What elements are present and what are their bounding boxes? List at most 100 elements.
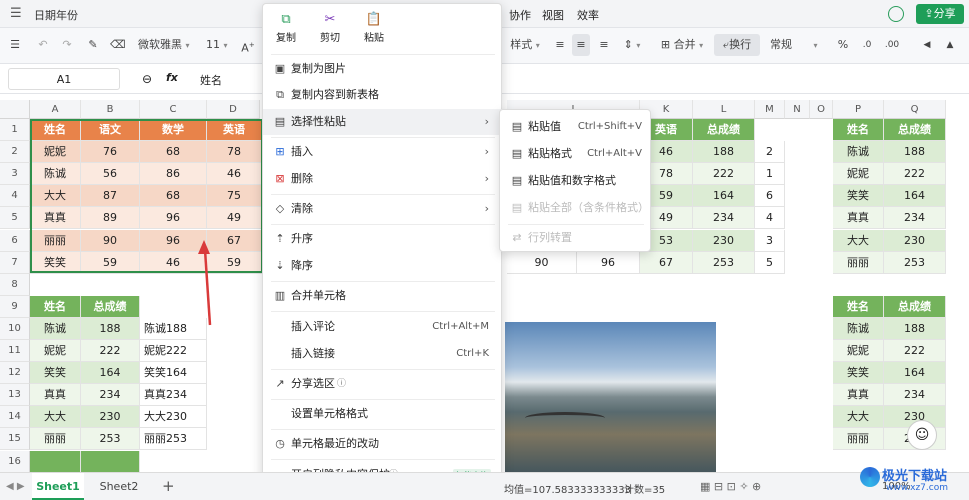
cloud-icon[interactable] — [888, 6, 904, 22]
delete-icon: ⊠ — [275, 172, 285, 185]
share-button[interactable]: ⇪分享 — [916, 4, 964, 24]
context-menu: ⧉ 复制 ✂ 剪切 📋 粘贴 ▣ 复制为图片 ⧉ 复制内容到新表格 ▤ 选择性粘贴 › … — [262, 3, 503, 495]
submenu-transpose[interactable]: ⇄ 行列转置 — [500, 225, 652, 251]
watermark-url: www.xz7.com — [886, 483, 948, 493]
arrow-to-selection — [203, 249, 212, 326]
zoom-icon[interactable]: ⊖ — [142, 72, 152, 86]
menu-sort-desc[interactable]: ⇣ 降序 — [263, 253, 503, 279]
merge-button[interactable]: ⊞ 合并 ▾ — [656, 34, 708, 56]
sort-desc-icon: ⇣ — [275, 259, 285, 272]
menu-insert[interactable]: ⊞ 插入 › — [263, 139, 503, 165]
menu-insert-comment[interactable]: 插入评论 Ctrl+Alt+M — [263, 314, 503, 340]
sort-asc-icon: ⇡ — [275, 232, 285, 245]
count-readout[interactable]: 计数=35 — [624, 481, 665, 496]
fx-icon[interactable]: fx — [166, 71, 178, 84]
menu-paste-special[interactable]: ▤ 选择性粘贴 › — [263, 109, 503, 135]
font-name-select[interactable]: 微软雅黑 ▾ — [138, 34, 196, 56]
clipboard-icon: 📋 — [365, 12, 383, 27]
watermark-logo: 极光下载站 www.xz7.com — [856, 463, 966, 499]
cut-label: 剪切 — [320, 33, 340, 44]
menu-sort-asc[interactable]: ⇡ 升序 — [263, 226, 503, 252]
submenu-paste-values[interactable]: ▤ 粘贴值 Ctrl+Shift+V — [500, 114, 652, 140]
chevron-right-icon: › — [484, 202, 489, 215]
app-menu-icon[interactable]: ☰ — [10, 7, 24, 21]
clipboard-icon: ▤ — [511, 201, 523, 214]
info-icon: ⓘ — [337, 379, 347, 389]
sheet-nav-icon[interactable]: ◀ ▶ — [6, 481, 25, 492]
align-left-icon[interactable]: ≡ — [552, 34, 568, 56]
menu-copy-as-image[interactable]: ▣ 复制为图片 — [263, 56, 503, 82]
share-label: 分享 — [933, 7, 956, 20]
copy-button[interactable]: ⧉ 复制 — [271, 12, 301, 44]
average-readout[interactable]: 均值=107.583333333333 — [504, 481, 631, 496]
wrap-button[interactable]: ⤶换行 — [714, 34, 760, 56]
paste-special-submenu: ▤ 粘贴值 Ctrl+Shift+V ▤ 粘贴格式 Ctrl+Alt+V ▤ 粘贴值和数字… — [499, 109, 651, 252]
eraser-icon: ◇ — [275, 202, 285, 215]
align-right-icon[interactable]: ≡ — [596, 34, 612, 56]
menu-efficiency[interactable]: 效率 — [577, 7, 599, 23]
add-sheet-icon[interactable]: + — [162, 477, 175, 495]
percent-icon[interactable]: % — [836, 34, 850, 56]
formula-input[interactable]: 姓名 — [200, 72, 222, 88]
paste-label: 粘贴 — [364, 33, 384, 44]
share-icon: ↗ — [275, 377, 285, 390]
tab-sheet1[interactable]: Sheet1 — [32, 473, 84, 500]
vertical-align-icon[interactable]: ⇕ ▾ — [620, 34, 644, 56]
chevron-right-icon: › — [484, 115, 489, 128]
insert-icon: ⊞ — [275, 145, 285, 158]
menu-cell-format[interactable]: 设置单元格格式 — [263, 401, 503, 427]
menu-clear[interactable]: ◇ 清除 › — [263, 196, 503, 222]
watermark-text: 极光下载站 — [882, 469, 948, 484]
menu-insert-link[interactable]: 插入链接 Ctrl+K — [263, 341, 503, 367]
decimal-inc-icon[interactable]: .0 — [858, 34, 876, 56]
align-center-icon[interactable]: ≡ — [572, 34, 590, 56]
cut-button[interactable]: ✂ 剪切 — [315, 12, 345, 44]
submenu-paste-all[interactable]: ▤ 粘贴全部（含条件格式） — [500, 195, 652, 221]
number-format-select[interactable]: 常规 ▾ — [770, 34, 828, 56]
scissors-icon: ✂ — [324, 12, 336, 27]
view-icons[interactable]: ▦ ⊟ ⊡ ✧ ⊕ — [700, 480, 761, 493]
style-select[interactable]: 样式 ▾ — [505, 34, 545, 56]
merge-icon: ▥ — [274, 289, 286, 302]
undo-icon[interactable]: ↶ — [36, 34, 50, 56]
chevron-right-icon: › — [484, 172, 489, 185]
history-icon: ◷ — [275, 437, 285, 450]
assistant-avatar[interactable]: ☺ — [907, 420, 937, 450]
transpose-icon: ⇄ — [512, 231, 522, 244]
copy-label: 复制 — [276, 33, 296, 44]
chevron-left-icon[interactable]: ◀ — [922, 34, 932, 56]
copy-icon: ⧉ — [281, 12, 291, 27]
menu-merge-cells[interactable]: ▥ 合并单元格 — [263, 283, 503, 309]
decimal-dec-icon[interactable]: .00 — [882, 34, 902, 56]
submenu-paste-values-num[interactable]: ▤ 粘贴值和数字格式 — [500, 168, 652, 194]
eraser-icon[interactable]: ⌫ — [110, 34, 126, 56]
watermark-swirl-icon — [860, 467, 880, 487]
clipboard-icon: ▤ — [511, 120, 523, 133]
menu-copy-to-new-sheet[interactable]: ⧉ 复制内容到新表格 — [263, 82, 503, 108]
tab-sheet2[interactable]: Sheet2 — [96, 473, 142, 500]
menu-collab[interactable]: 协作 — [509, 7, 531, 23]
menu-share-selection[interactable]: ↗ 分享选区 ⓘ — [263, 371, 503, 397]
cell-ref-box[interactable]: A1 — [8, 68, 120, 90]
clipboard-icon: ▤ — [511, 174, 523, 187]
font-grow-icon[interactable]: A+ — [240, 34, 256, 56]
status-bar: ◀ ▶ Sheet1 Sheet2 + 均值=107.583333333333 … — [0, 467, 969, 500]
doc-title[interactable]: 日期年份 — [34, 7, 78, 23]
menu-recent-changes[interactable]: ◷ 单元格最近的改动 — [263, 431, 503, 457]
copy-sheet-icon: ⧉ — [276, 88, 284, 101]
clipboard-icon: ▤ — [511, 147, 523, 160]
image-icon: ▣ — [274, 62, 286, 75]
chevron-up-icon[interactable]: ▲ — [944, 34, 956, 56]
paste-special-icon: ▤ — [274, 115, 286, 128]
menu-view[interactable]: 视图 — [542, 7, 564, 23]
paste-button[interactable]: 📋 粘贴 — [359, 12, 389, 44]
menu-delete[interactable]: ⊠ 删除 › — [263, 166, 503, 192]
menu-toggle-icon[interactable]: ☰ — [8, 34, 22, 56]
redo-icon[interactable]: ↷ — [60, 34, 74, 56]
format-painter-icon[interactable]: ✎ — [86, 34, 100, 56]
chevron-right-icon: › — [484, 145, 489, 158]
font-size-select[interactable]: 11 ▾ — [206, 34, 234, 56]
share-icon: ⇪ — [924, 7, 934, 20]
arrow-head-selection — [198, 240, 210, 254]
submenu-paste-format[interactable]: ▤ 粘贴格式 Ctrl+Alt+V — [500, 141, 652, 167]
